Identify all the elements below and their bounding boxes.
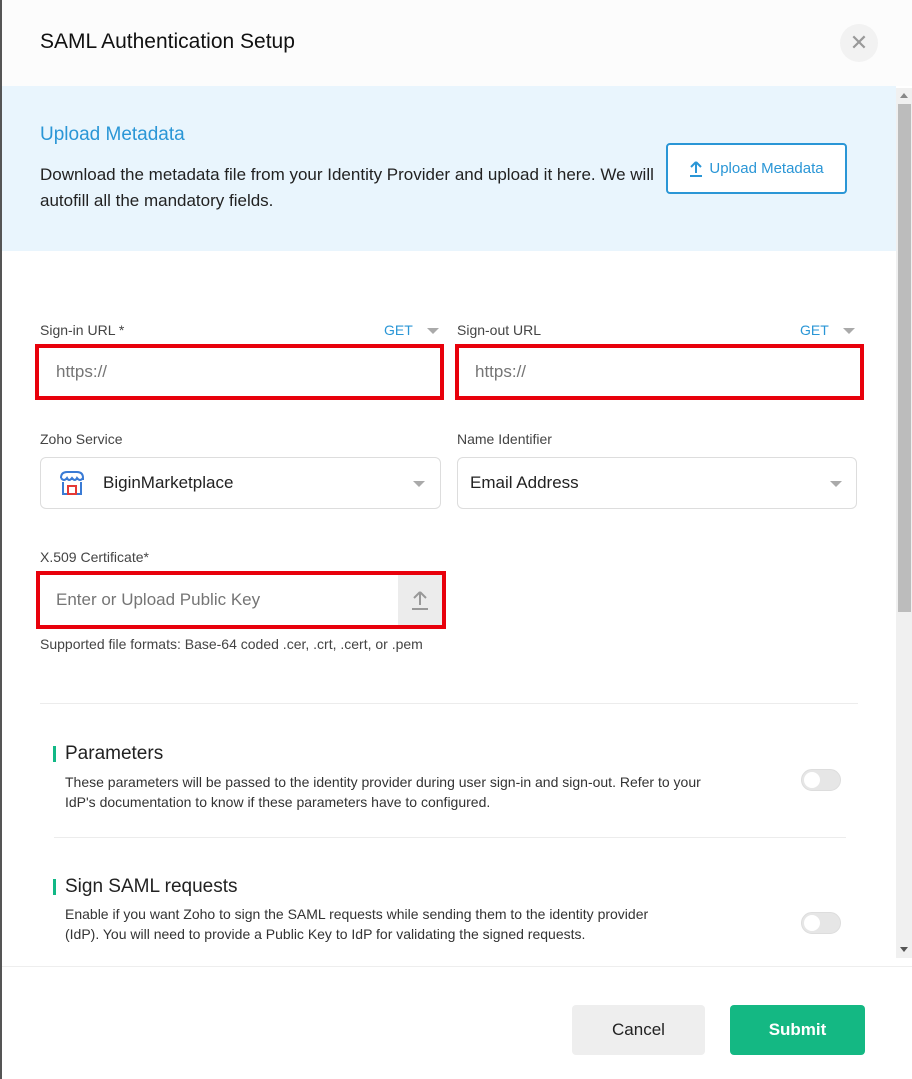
signout-url-label: Sign-out URL — [457, 322, 542, 338]
upload-icon — [690, 160, 703, 177]
upload-metadata-label: Upload Metadata — [709, 160, 824, 177]
parameters-title: Parameters — [53, 743, 163, 765]
marketplace-store-icon — [60, 471, 84, 495]
name-identifier-chevron-icon — [830, 481, 842, 487]
upload-key-button[interactable] — [398, 575, 442, 625]
sign-saml-description: Enable if you want Zoho to sign the SAML… — [65, 906, 649, 942]
signout-method-select[interactable]: GET — [800, 322, 829, 338]
close-button[interactable]: ✕ — [840, 24, 878, 62]
divider — [54, 837, 846, 838]
signin-method-select[interactable]: GET — [384, 322, 413, 338]
zoho-service-select[interactable]: BiginMarketplace — [40, 457, 441, 509]
name-identifier-value: Email Address — [470, 473, 579, 492]
signout-method-chevron-icon[interactable] — [843, 328, 855, 334]
submit-button[interactable]: Submit — [730, 1005, 865, 1055]
modal-title: SAML Authentication Setup — [40, 30, 295, 53]
zoho-service-value: BiginMarketplace — [103, 473, 234, 492]
parameters-toggle[interactable] — [801, 769, 841, 791]
modal-footer: Cancel Submit — [2, 966, 912, 1079]
upload-metadata-button[interactable]: Upload Metadata — [666, 143, 847, 194]
divider — [40, 703, 858, 704]
signin-url-input[interactable] — [40, 348, 440, 396]
zoho-service-chevron-icon — [413, 481, 425, 487]
saml-setup-modal: SAML Authentication Setup ✕ Upload Metad… — [0, 0, 912, 1079]
banner-text: Download the metadata file from your Ide… — [40, 165, 654, 210]
upload-metadata-banner: Upload Metadata Download the metadata fi… — [2, 86, 896, 251]
sign-saml-toggle[interactable] — [801, 912, 841, 934]
signin-url-label: Sign-in URL * — [40, 322, 125, 338]
certificate-label: X.509 Certificate* — [40, 549, 149, 565]
upload-icon — [412, 591, 428, 610]
scrollbar[interactable] — [896, 88, 912, 958]
zoho-service-label: Zoho Service — [40, 431, 123, 447]
name-identifier-select[interactable]: Email Address — [457, 457, 857, 509]
scroll-up-icon[interactable] — [900, 93, 908, 98]
cancel-button[interactable]: Cancel — [572, 1005, 705, 1055]
name-identifier-label: Name Identifier — [457, 431, 552, 447]
signin-method-chevron-icon[interactable] — [427, 328, 439, 334]
certificate-field — [40, 575, 442, 625]
sign-saml-title: Sign SAML requests — [53, 876, 238, 898]
certificate-input[interactable] — [40, 575, 398, 625]
parameters-description: These parameters will be passed to the i… — [65, 774, 701, 810]
scrollbar-thumb[interactable] — [898, 104, 911, 612]
modal-header: SAML Authentication Setup ✕ — [2, 0, 912, 86]
banner-title: Upload Metadata — [40, 124, 185, 145]
close-icon: ✕ — [849, 30, 869, 55]
scroll-down-icon[interactable] — [900, 947, 908, 952]
modal-body: Upload Metadata Download the metadata fi… — [2, 86, 896, 966]
signout-url-input[interactable] — [459, 348, 859, 396]
certificate-hint: Supported file formats: Base-64 coded .c… — [40, 636, 423, 652]
